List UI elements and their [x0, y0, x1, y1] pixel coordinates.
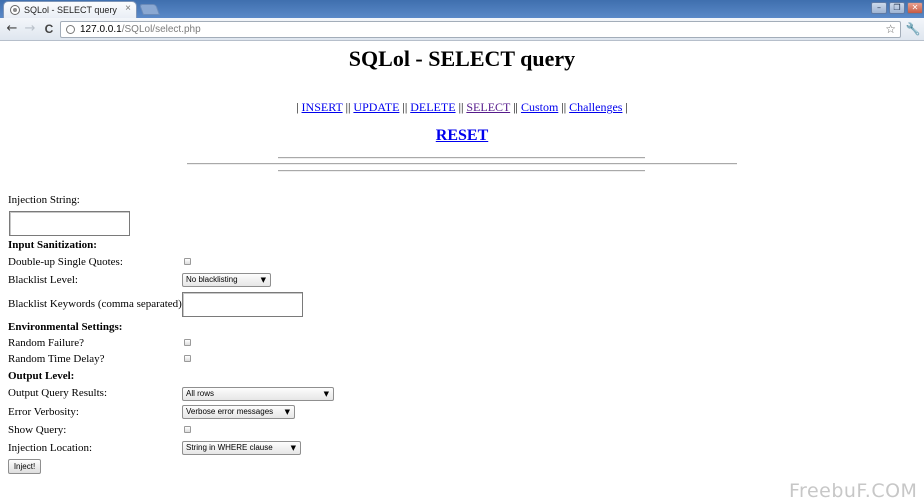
show-query-checkbox[interactable]	[184, 426, 191, 433]
blacklist-keywords-label: Blacklist Keywords (comma separated):	[8, 298, 185, 310]
watermark-text: FreebuF.COM	[789, 480, 918, 502]
injection-string-input[interactable]	[9, 211, 130, 236]
browser-tab-strip: SQLol - SELECT query × – ❐ ✕	[0, 0, 924, 18]
page-info-icon[interactable]	[66, 25, 75, 34]
inject-button[interactable]: Inject!	[8, 459, 41, 474]
reload-icon[interactable]: C	[41, 21, 57, 37]
output-query-results-label: Output Query Results:	[8, 387, 107, 399]
error-verbosity-select[interactable]: Verbose error messages ▼	[182, 405, 295, 419]
nav-link-update[interactable]: UPDATE	[353, 100, 399, 114]
nav-separator: |	[625, 100, 628, 114]
double-up-quotes-label: Double-up Single Quotes:	[8, 256, 123, 268]
double-up-quotes-checkbox[interactable]	[184, 258, 191, 265]
chevron-down-icon: ▼	[323, 390, 329, 398]
nav-separator: ||	[513, 100, 518, 114]
forward-arrow-icon[interactable]: →	[22, 21, 38, 37]
wrench-menu-icon[interactable]: 🔧	[905, 21, 921, 37]
random-time-delay-checkbox[interactable]	[184, 355, 191, 362]
injection-location-select[interactable]: String in WHERE clause ▼	[182, 441, 301, 455]
divider-rule	[278, 157, 645, 159]
random-time-delay-label: Random Time Delay?	[8, 353, 105, 365]
blacklist-level-select[interactable]: No blacklisting ▼	[182, 273, 271, 287]
nav-link-select[interactable]: SELECT	[466, 100, 510, 114]
chevron-down-icon: ▼	[284, 408, 290, 416]
nav-separator: ||	[402, 100, 408, 114]
nav-separator: |	[296, 100, 299, 114]
output-query-results-select[interactable]: All rows ▼	[182, 387, 334, 401]
show-query-label: Show Query:	[8, 424, 67, 436]
nav-link-insert[interactable]: INSERT	[302, 100, 343, 114]
environmental-settings-heading: Environmental Settings:	[8, 321, 123, 333]
query-type-nav: | INSERT || UPDATE || DELETE || SELECT |…	[0, 99, 924, 115]
input-sanitization-heading: Input Sanitization:	[8, 239, 97, 251]
divider-rule	[278, 170, 645, 172]
url-path: /SQLol/select.php	[121, 24, 201, 35]
browser-tab-active[interactable]: SQLol - SELECT query ×	[3, 1, 137, 18]
new-tab-button[interactable]	[138, 4, 161, 15]
url-host: 127.0.0.1	[80, 24, 122, 35]
minimize-button[interactable]: –	[871, 2, 887, 14]
injection-string-label: Injection String:	[8, 194, 80, 206]
chevron-down-icon: ▼	[260, 276, 266, 284]
nav-link-custom[interactable]: Custom	[521, 100, 558, 114]
reset-container: RESET	[0, 126, 924, 146]
nav-link-challenges[interactable]: Challenges	[569, 100, 622, 114]
error-verbosity-label: Error Verbosity:	[8, 406, 79, 418]
page-title: SQLol - SELECT query	[348, 46, 576, 71]
blacklist-level-value: No blacklisting	[186, 275, 238, 284]
output-query-results-value: All rows	[186, 389, 215, 398]
random-failure-checkbox[interactable]	[184, 339, 191, 346]
nav-separator: ||	[345, 100, 351, 114]
random-failure-label: Random Failure?	[8, 337, 85, 349]
tab-title: SQLol - SELECT query	[24, 5, 117, 15]
blacklist-level-label: Blacklist Level:	[8, 274, 78, 286]
close-window-button[interactable]: ✕	[907, 2, 923, 14]
divider-rule	[187, 163, 737, 165]
address-url: 127.0.0.1/SQLol/select.php	[80, 22, 201, 37]
injection-location-label: Injection Location:	[8, 442, 92, 454]
nav-separator: ||	[458, 100, 464, 114]
error-verbosity-value: Verbose error messages	[186, 407, 274, 416]
maximize-button[interactable]: ❐	[889, 2, 905, 14]
address-bar[interactable]: 127.0.0.1/SQLol/select.php ☆	[60, 21, 901, 38]
browser-toolbar: ← → C 127.0.0.1/SQLol/select.php ☆ 🔧	[0, 18, 924, 41]
page-favicon-icon	[10, 5, 20, 15]
injection-location-value: String in WHERE clause	[186, 443, 273, 452]
blacklist-keywords-input[interactable]	[182, 292, 303, 317]
output-level-heading: Output Level:	[8, 370, 75, 382]
back-arrow-icon[interactable]: ←	[4, 21, 20, 37]
bookmark-star-icon[interactable]: ☆	[885, 22, 896, 37]
tab-close-icon[interactable]: ×	[125, 3, 131, 14]
chevron-down-icon: ▼	[290, 444, 296, 452]
nav-link-delete[interactable]: DELETE	[410, 100, 455, 114]
nav-separator: ||	[561, 100, 567, 114]
reset-link[interactable]: RESET	[436, 127, 488, 144]
